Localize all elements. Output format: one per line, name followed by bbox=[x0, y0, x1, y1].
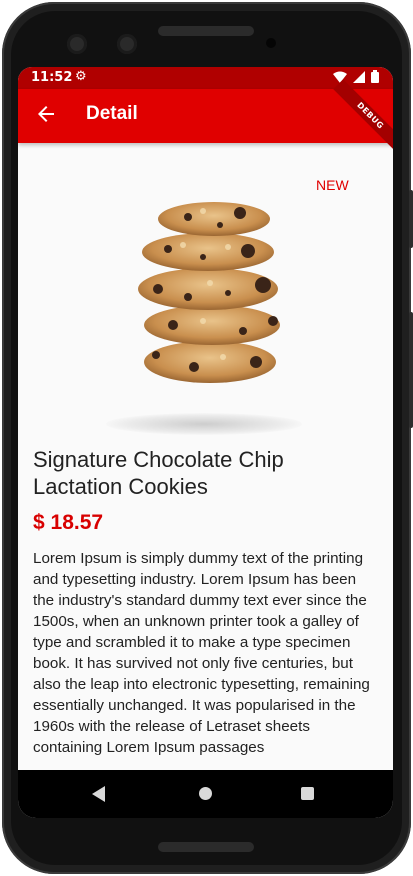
image-shadow bbox=[106, 413, 302, 435]
screen: 11:52 ⚙ Detail DEBUG NEW Signature Choco… bbox=[18, 67, 393, 818]
power-button bbox=[409, 190, 413, 248]
arrow-back-icon[interactable] bbox=[34, 102, 58, 126]
product-description: Lorem Ipsum is simply dummy text of the … bbox=[33, 550, 370, 756]
triangle-back-icon[interactable] bbox=[92, 786, 106, 802]
navigation-bar bbox=[18, 770, 393, 818]
status-time: 11:52 bbox=[31, 70, 73, 85]
signal-icon bbox=[353, 70, 365, 83]
circle-home-icon[interactable] bbox=[199, 787, 212, 800]
volume-button bbox=[409, 312, 413, 428]
debug-banner: DEBUG bbox=[333, 79, 393, 153]
earpiece-speaker bbox=[158, 26, 254, 36]
product-price: $ 18.57 bbox=[33, 511, 104, 534]
bottom-speaker bbox=[158, 842, 254, 852]
cookie-stack-image bbox=[138, 202, 280, 383]
battery-icon bbox=[371, 70, 379, 83]
gear-icon: ⚙ bbox=[75, 69, 87, 84]
front-camera-icon bbox=[117, 34, 137, 54]
product-detail: NEW Signature Chocolate Chip Lactation C… bbox=[18, 143, 393, 770]
square-recents-icon[interactable] bbox=[301, 787, 314, 800]
page-title: Detail bbox=[86, 103, 138, 124]
product-title: Signature Chocolate Chip Lactation Cooki… bbox=[33, 447, 284, 499]
app-bar: Detail DEBUG bbox=[18, 79, 393, 153]
proximity-sensor bbox=[266, 38, 276, 48]
new-badge: NEW bbox=[316, 177, 349, 193]
front-camera-icon bbox=[67, 34, 87, 54]
